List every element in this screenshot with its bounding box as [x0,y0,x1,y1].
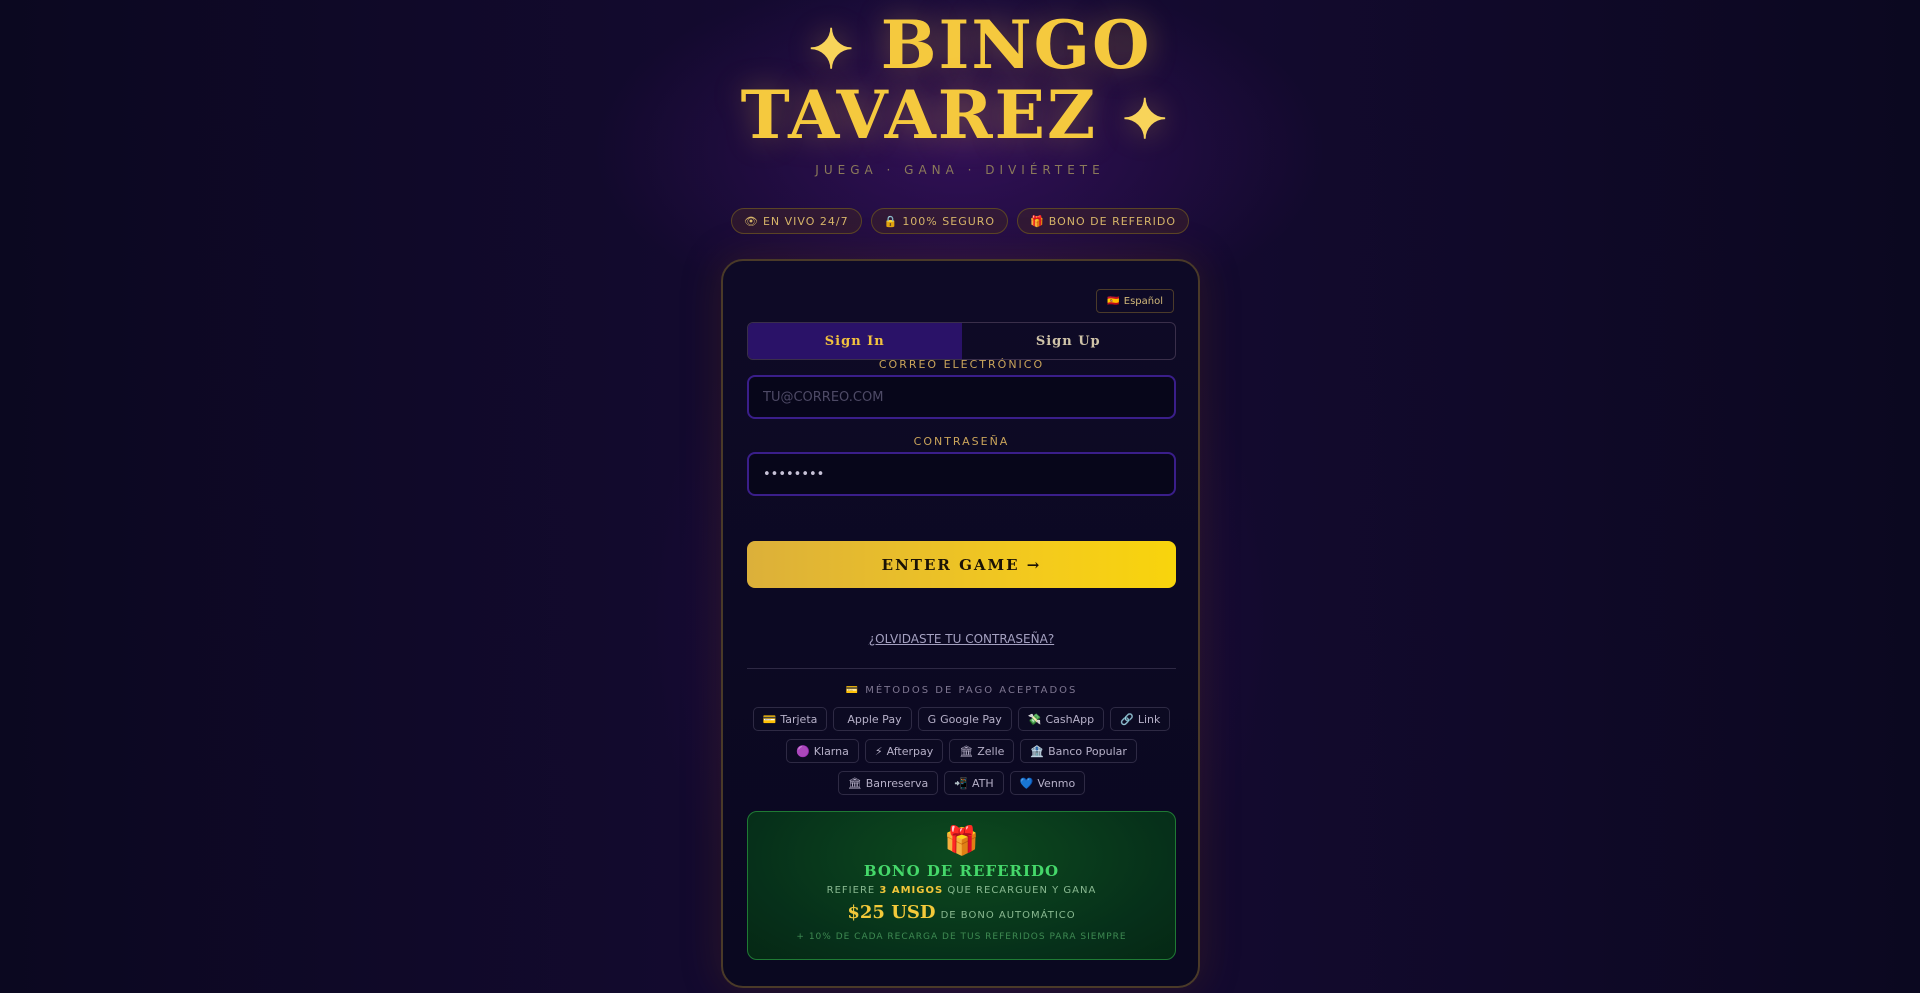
language-selector[interactable]: 🇪🇸 Español [1096,289,1174,313]
payment-label: Venmo [1037,776,1076,790]
logo-line-1: ✦ BINGO [740,12,1180,82]
forgot-password-link[interactable]: ¿Olvidaste tu contraseña? [747,632,1176,646]
logo-line-2: TAVAREZ ✦ [740,82,1180,152]
tagline: JUEGA · GANA · DIVIÉRTETE [815,163,1105,177]
payment-label: Google Pay [940,712,1002,726]
payment-row: 💳 Tarjeta Apple Pay G Google Pay 💸 CashApp … [747,707,1176,731]
payment-label: Apple Pay [847,712,902,726]
bonus-amount: $25 USD [847,902,936,923]
language-label: Español [1123,295,1163,307]
password-field[interactable] [747,452,1176,496]
eye-icon: 👁 [744,214,759,228]
payment-label: Tarjeta [780,712,818,726]
card-icon: 💳 [845,685,861,696]
payment-label: CashApp [1045,712,1095,726]
payment-ath: 📲 ATH [944,771,1004,795]
logo-word-2: TAVAREZ [740,76,1098,154]
badge-label: BONO DE REFERIDO [1048,214,1176,228]
payment-cashapp: 💸 CashApp [1017,707,1105,731]
sparkle-icon: ✦ [808,17,856,81]
feature-badges: 👁 EN VIVO 24/7 🔒 100% SEGURO 🎁 BONO DE REFE… [0,208,1920,234]
enter-game-button[interactable]: ENTER GAME → [747,541,1176,588]
payment-zelle: 🏛 Zelle [949,739,1015,763]
bonus-amount-suffix: de bono automático [940,910,1076,921]
badge-live: 👁 EN VIVO 24/7 [731,208,862,234]
spain-flag-icon: 🇪🇸 [1107,295,1120,307]
payment-banco-popular: 🏦 Banco Popular [1020,739,1137,763]
payment-row: 🏛 Banreserva 📲 ATH 💙 Venmo [747,771,1176,795]
payment-afterpay: ⚡ Afterpay [864,739,944,763]
bonus-amount-row: $25 USD de bono automático [748,902,1175,923]
tab-sign-in[interactable]: Sign In [748,323,962,359]
bank-icon: 🏛 [959,744,974,758]
email-field[interactable] [747,375,1176,419]
login-card: 🇪🇸 Español Sign In Sign Up CORREO ELECTR… [721,259,1200,988]
payment-row: 🟣 Klarna ⚡ Afterpay 🏛 Zelle 🏦 Banco Popular [747,739,1176,763]
referral-bonus-panel: 🎁 BONO DE REFERIDO Refiere 3 amigos que … [747,811,1176,960]
credit-card-icon: 💳 [762,712,777,726]
auth-tabs: Sign In Sign Up [747,322,1176,360]
google-icon: G [927,712,937,726]
payment-label: Afterpay [886,744,934,758]
bonus-note: + 10% de cada recarga de tus referidos p… [796,932,1127,942]
payment-label: Banreserva [865,776,929,790]
link-icon: 🔗 [1120,712,1134,726]
payment-link: 🔗 Link [1110,707,1171,731]
payment-apple-pay: Apple Pay [833,707,912,731]
lock-icon: 🔒 [883,214,899,228]
payment-methods: 💳 Tarjeta Apple Pay G Google Pay 💸 CashApp … [747,707,1176,803]
bank-icon: 🏦 [1030,744,1045,758]
tab-sign-up[interactable]: Sign Up [962,323,1176,359]
brand-logo: ✦ BINGO TAVAREZ ✦ [740,12,1180,162]
lightning-icon: ⚡ [874,744,883,758]
gift-icon: 🎁 [944,824,979,857]
payment-label: Banco Popular [1048,744,1127,758]
mobile-payment-icon: 📲 [954,776,969,790]
payment-label: ATH [972,776,994,790]
badge-label: EN VIVO 24/7 [762,214,849,228]
payment-label: Klarna [813,744,849,758]
bonus-line-prefix: Refiere [826,885,876,896]
gift-icon: 🎁 [1030,214,1045,228]
badge-referral: 🎁 BONO DE REFERIDO [1017,208,1189,234]
sparkle-icon: ✦ [1122,87,1170,151]
header: ✦ BINGO TAVAREZ ✦ JUEGA · GANA · DIVIÉRT… [0,0,1920,200]
payment-google-pay: G Google Pay [917,707,1012,731]
bank-icon: 🏛 [847,776,862,790]
money-icon: 💸 [1027,712,1042,726]
divider [747,668,1176,669]
payment-banreserva: 🏛 Banreserva [837,771,939,795]
badge-label: 100% SEGURO [902,214,996,228]
purple-circle-icon: 🟣 [796,744,810,758]
payment-label: Zelle [977,744,1005,758]
bonus-line-bold: 3 amigos [879,885,944,896]
payment-venmo: 💙 Venmo [1009,771,1086,795]
payment-title-text: MÉTODOS DE PAGO ACEPTADOS [865,685,1078,696]
logo-word-1: BINGO [880,6,1152,84]
payment-label: Link [1137,712,1161,726]
password-label: CONTRASEÑA [913,435,1010,448]
email-label: CORREO ELECTRÓNICO [878,358,1045,371]
payment-tarjeta: 💳 Tarjeta [752,707,828,731]
payment-klarna: 🟣 Klarna [786,739,859,763]
bonus-line-suffix: que recarguen y gana [947,885,1097,896]
bonus-description: Refiere 3 amigos que recarguen y gana [748,885,1175,896]
bonus-title: BONO DE REFERIDO [863,862,1060,880]
blue-heart-icon: 💙 [1019,776,1034,790]
payment-methods-title: 💳 MÉTODOS DE PAGO ACEPTADOS [747,685,1176,696]
badge-secure: 🔒 100% SEGURO [870,208,1009,234]
